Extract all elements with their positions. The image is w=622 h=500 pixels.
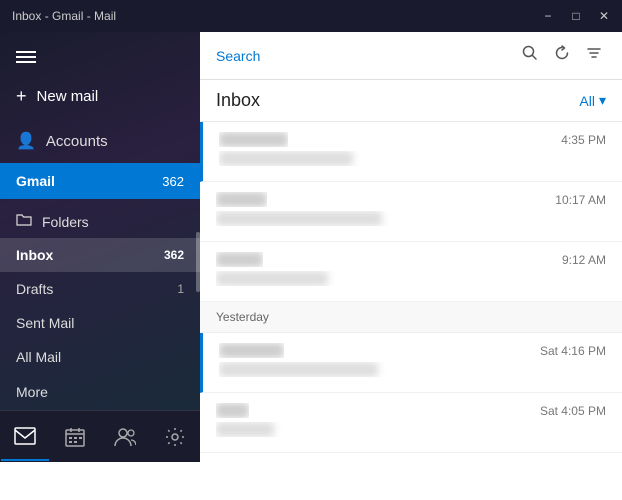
- email-item[interactable]: 10:17 AM: [200, 182, 622, 242]
- inbox-folder-item[interactable]: Inbox 362: [0, 238, 200, 272]
- hamburger-line-1: [16, 51, 36, 53]
- gmail-badge: 362: [162, 174, 184, 189]
- drafts-folder-item[interactable]: Drafts 1: [0, 272, 200, 306]
- hamburger-line-3: [16, 61, 36, 63]
- email-row1: 10:17 AM: [216, 192, 606, 207]
- email-item[interactable]: 9:12 AM: [200, 242, 622, 302]
- minimize-button[interactable]: −: [538, 6, 558, 26]
- email-subject: [216, 271, 556, 286]
- inbox-title: Inbox: [216, 90, 260, 111]
- folders-label: Folders: [42, 214, 89, 230]
- filter-chevron-icon: ▾: [599, 92, 606, 109]
- email-sender: [219, 132, 288, 147]
- folders-section: Folders: [0, 199, 200, 238]
- maximize-button[interactable]: □: [566, 6, 586, 26]
- email-time: 4:35 PM: [561, 133, 606, 147]
- accounts-label: Accounts: [46, 133, 108, 150]
- email-item[interactable]: Sat 4:16 PM: [200, 333, 622, 393]
- email-item[interactable]: Sat 4:05 PM: [200, 393, 622, 453]
- all-mail-folder-item[interactable]: All Mail: [0, 340, 200, 374]
- new-mail-button[interactable]: + New mail: [0, 74, 200, 119]
- accounts-button[interactable]: 👤 Accounts: [0, 119, 200, 163]
- more-button[interactable]: More: [0, 374, 200, 410]
- person-icon: 👤: [16, 131, 36, 151]
- email-time: Sat 4:05 PM: [540, 404, 606, 418]
- menu-icon[interactable]: [0, 32, 200, 74]
- nav-settings-button[interactable]: [151, 413, 199, 461]
- close-button[interactable]: ✕: [594, 6, 614, 26]
- yesterday-section-label: Yesterday: [200, 302, 622, 333]
- sync-icon[interactable]: [550, 41, 574, 70]
- gmail-account-item[interactable]: Gmail 362: [0, 163, 200, 199]
- nav-calendar-button[interactable]: [51, 413, 99, 461]
- email-row1: Sat 4:05 PM: [216, 403, 606, 418]
- email-list: 4:35 PM 10:17 AM: [200, 122, 622, 500]
- inbox-filter-button[interactable]: All ▾: [579, 92, 606, 109]
- email-item[interactable]: 4:35 PM: [200, 122, 622, 182]
- email-row1: Sat 4:16 PM: [219, 343, 606, 358]
- folder-icon: [16, 213, 32, 230]
- all-mail-label: All Mail: [16, 349, 61, 365]
- filter-icon[interactable]: [582, 41, 606, 70]
- email-subject: [219, 151, 559, 166]
- hamburger-line-2: [16, 56, 36, 58]
- email-subject: [216, 422, 556, 437]
- main-content: Search Inbox: [200, 32, 622, 500]
- search-bar: Search: [200, 32, 622, 80]
- nav-mail-button[interactable]: [1, 413, 49, 461]
- app-container: + New mail 👤 Accounts Gmail 362 Folders: [0, 32, 622, 500]
- sent-label: Sent Mail: [16, 315, 74, 331]
- drafts-badge: 1: [177, 282, 184, 296]
- gmail-label: Gmail: [16, 173, 55, 189]
- email-subject: [216, 211, 556, 226]
- email-time: 9:12 AM: [562, 253, 606, 267]
- window-title: Inbox - Gmail - Mail: [12, 9, 116, 23]
- search-placeholder: Search: [216, 48, 510, 64]
- email-sender: [219, 343, 284, 358]
- more-label: More: [16, 384, 48, 400]
- search-icon[interactable]: [518, 41, 542, 70]
- email-time: Sat 4:16 PM: [540, 344, 606, 358]
- inbox-badge: 362: [164, 248, 184, 262]
- nav-people-button[interactable]: [101, 413, 149, 461]
- drafts-label: Drafts: [16, 281, 53, 297]
- sidebar: + New mail 👤 Accounts Gmail 362 Folders: [0, 32, 200, 410]
- email-sender: [216, 403, 249, 418]
- plus-icon: +: [16, 86, 27, 107]
- new-mail-label: New mail: [37, 88, 99, 105]
- email-row1: 4:35 PM: [219, 132, 606, 147]
- window-controls: − □ ✕: [538, 6, 614, 26]
- email-time: 10:17 AM: [555, 193, 606, 207]
- inbox-label: Inbox: [16, 247, 53, 263]
- bottom-nav: [0, 410, 200, 462]
- sent-mail-folder-item[interactable]: Sent Mail: [0, 306, 200, 340]
- filter-label: All: [579, 93, 595, 109]
- email-subject: [219, 362, 559, 377]
- email-sender: [216, 252, 263, 267]
- email-sender: [216, 192, 267, 207]
- inbox-header: Inbox All ▾: [200, 80, 622, 122]
- email-row1: 9:12 AM: [216, 252, 606, 267]
- window-chrome: Inbox - Gmail - Mail − □ ✕: [0, 0, 622, 32]
